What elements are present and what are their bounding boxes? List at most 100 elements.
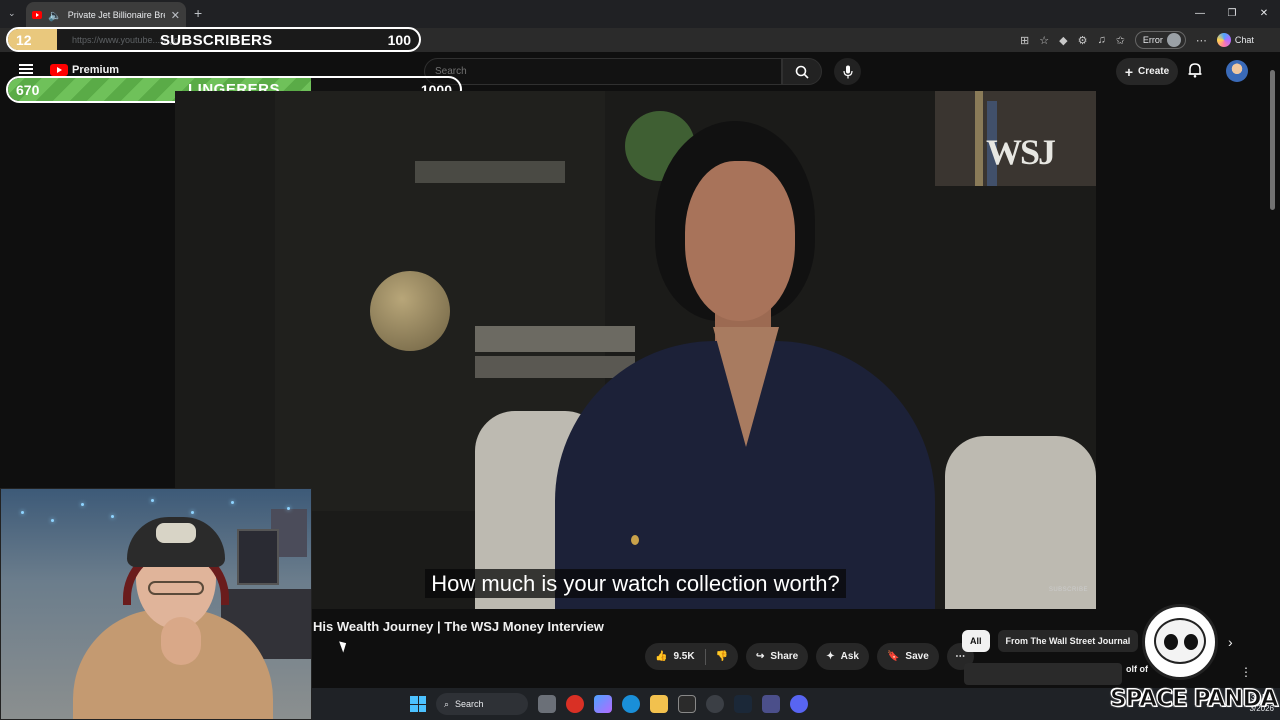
notifications-bell-icon[interactable] <box>1188 62 1202 78</box>
chrome-icon[interactable] <box>566 695 584 713</box>
streamer-hand <box>161 617 201 665</box>
search-button[interactable] <box>782 58 822 85</box>
book-stack <box>415 161 565 183</box>
favorites-icon[interactable]: ✩ <box>1116 34 1125 47</box>
window-controls: — ❐ ✕ <box>1184 0 1280 28</box>
webcam-overlay <box>0 488 312 720</box>
extensions-puzzle-icon[interactable]: ⚙ <box>1078 34 1088 47</box>
recommended-video-title[interactable]: olf of <box>1126 664 1148 674</box>
space-panda-logo-text: SPACE PANDA <box>1109 686 1278 713</box>
browser-tab[interactable]: 🔈 Private Jet Billionaire Breaks D ✕ <box>26 2 186 28</box>
extension-diamond-icon[interactable]: ◆ <box>1059 34 1067 47</box>
like-dislike-button[interactable]: 👍 9.5K 👎 <box>645 643 739 670</box>
tab-title: Private Jet Billionaire Breaks D <box>67 10 165 20</box>
mouse-cursor <box>339 639 349 653</box>
microphone-icon <box>842 65 853 78</box>
speaker-icon[interactable]: 🔈 <box>48 9 62 22</box>
favorite-star-icon[interactable]: ☆ <box>1039 34 1049 47</box>
profile-error-pill[interactable]: Error <box>1134 31 1186 49</box>
video-subscribe-watermark[interactable]: SUBSCRIBE <box>1049 587 1088 593</box>
subscribers-goal: 100 <box>387 32 411 48</box>
string-light <box>287 507 290 510</box>
voice-search-button[interactable] <box>834 58 861 85</box>
copilot-icon <box>1216 33 1231 47</box>
divider <box>704 648 706 665</box>
chip-from-channel[interactable]: From The Wall Street Journal <box>997 630 1139 652</box>
youtube-logo-text: Premium <box>72 64 120 76</box>
ask-button[interactable]: ✦ Ask <box>816 643 869 670</box>
plus-icon: + <box>1124 63 1134 80</box>
video-caption: How much is your watch collection worth? <box>175 569 1096 598</box>
subscribers-label: SUBSCRIBERS <box>160 32 273 49</box>
browser-tab-strip: ⌄ 🔈 Private Jet Billionaire Breaks D ✕ +… <box>0 0 1280 28</box>
ask-label: Ask <box>840 651 859 662</box>
wsj-watermark: WSJ <box>985 132 1056 172</box>
string-light <box>151 499 154 502</box>
capcut-icon[interactable] <box>678 695 696 713</box>
share-button[interactable]: ↪ Share <box>746 643 809 670</box>
search-icon <box>795 65 809 79</box>
close-tab-icon[interactable]: ✕ <box>171 9 180 22</box>
webcam-poster <box>237 529 279 585</box>
youtube-logo[interactable]: Premium <box>50 64 119 76</box>
minimize-icon[interactable]: — <box>1184 0 1216 28</box>
recommended-more-icon[interactable]: ⋮ <box>1240 665 1252 679</box>
youtube-logo-icon <box>50 64 68 76</box>
panda-face-icon <box>1154 618 1206 664</box>
chip-all[interactable]: All <box>962 630 990 652</box>
more-menu-icon[interactable]: ⋯ <box>1196 34 1207 47</box>
thumbs-down-icon[interactable]: 👎 <box>716 651 728 662</box>
close-window-icon[interactable]: ✕ <box>1248 0 1280 28</box>
chat-label: Chat <box>1234 35 1254 45</box>
hamburger-menu-icon[interactable] <box>19 64 33 74</box>
blazer-button <box>631 535 639 545</box>
media-control-icon[interactable]: ♫ <box>1097 34 1105 46</box>
chevron-right-icon[interactable]: › <box>1228 634 1233 650</box>
tab-list-chevron-icon[interactable]: ⌄ <box>8 8 16 19</box>
page-scrollbar[interactable] <box>1270 70 1275 210</box>
panda-eye <box>1164 634 1178 650</box>
thumbs-up-icon[interactable]: 👍 <box>655 651 667 662</box>
interviewee-face <box>685 161 795 321</box>
restore-icon[interactable]: ❐ <box>1216 0 1248 28</box>
steam-icon[interactable] <box>734 695 752 713</box>
copilot-chat-button[interactable]: Chat <box>1216 33 1254 47</box>
taskbar-search[interactable]: ⌕ Search <box>436 693 528 715</box>
subscribers-goal-bar: 12 SUBSCRIBERS 100 <box>6 27 421 52</box>
more-icon: ⋯ <box>955 651 966 662</box>
share-icon: ↪ <box>756 651 765 662</box>
string-light <box>21 511 24 514</box>
app-icon[interactable] <box>762 695 780 713</box>
file-explorer-icon[interactable] <box>650 695 668 713</box>
edge-icon[interactable] <box>622 695 640 713</box>
subscribers-count: 12 <box>16 32 32 48</box>
cap-patch <box>156 523 196 543</box>
obs-icon[interactable] <box>706 695 724 713</box>
filter-chips: All From The Wall Street Journal <box>962 630 1139 652</box>
video-player[interactable]: WSJ How much is your watch collection wo… <box>175 91 1096 609</box>
account-avatar[interactable] <box>1226 60 1248 82</box>
lingerers-count: 670 <box>16 82 40 98</box>
video-title: His Wealth Journey | The WSJ Money Inter… <box>313 619 604 634</box>
panda-eye <box>1184 634 1198 650</box>
youtube-favicon-icon <box>32 11 42 19</box>
task-view-icon[interactable] <box>538 695 556 713</box>
string-light <box>51 519 54 522</box>
new-tab-icon[interactable]: + <box>194 5 202 21</box>
discord-icon[interactable] <box>790 695 808 713</box>
apps-icon[interactable]: ⊞ <box>1020 34 1029 47</box>
save-button[interactable]: 🔖 Save <box>876 643 939 670</box>
profile-avatar-icon <box>1166 33 1181 47</box>
taskbar-search-label: Search <box>455 699 484 709</box>
recommended-video-thumbnail[interactable] <box>964 663 1122 685</box>
browser-toolbar-icons: ⊞ ☆ ◆ ⚙ ♫ ✩ Error ⋯ Chat <box>1020 30 1254 50</box>
search-input[interactable]: Search <box>424 58 782 85</box>
copilot-app-icon[interactable] <box>594 695 612 713</box>
windows-start-icon[interactable] <box>410 696 426 712</box>
string-light <box>81 503 84 506</box>
book-stack <box>475 326 635 352</box>
streamer-glasses <box>148 581 204 595</box>
caption-text: How much is your watch collection worth? <box>425 569 846 598</box>
create-button[interactable]: + Create <box>1116 58 1178 85</box>
create-label: Create <box>1138 66 1170 77</box>
